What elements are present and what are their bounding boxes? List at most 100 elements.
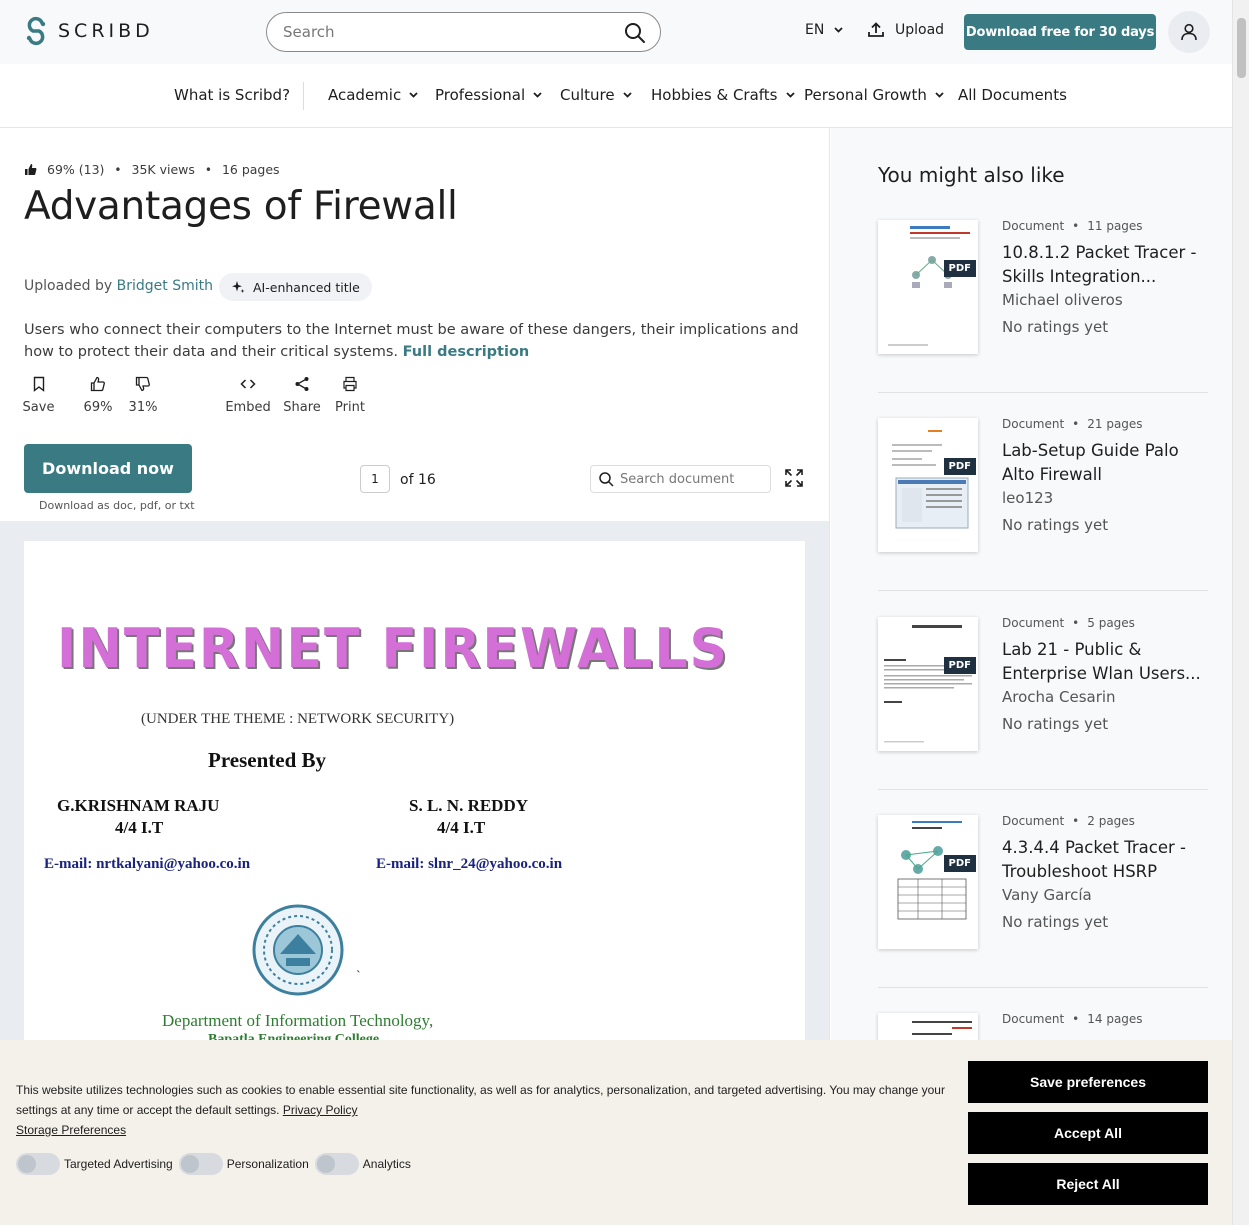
storage-preferences-link[interactable]: Storage Preferences: [16, 1123, 126, 1137]
chevron-down-icon: [533, 92, 542, 98]
search-icon: [599, 471, 614, 487]
upload-button[interactable]: Upload: [867, 22, 944, 38]
nav-label: Professional: [435, 86, 526, 104]
nav-divider: [303, 82, 304, 110]
doc-pages: 5 pages: [1087, 616, 1135, 630]
nav-label: Academic: [328, 86, 402, 104]
recommendation-card[interactable]: PDF Document • 21 pages Lab-Setup Guide Pa…: [878, 393, 1208, 591]
recommendation-title[interactable]: Lab-Setup Guide Palo Alto Firewall: [1002, 439, 1202, 487]
page-scrollbar[interactable]: [1232, 0, 1249, 1225]
personalization-toggle[interactable]: [178, 1153, 223, 1175]
pdf-author1-name: G.KRISHNAM RAJU: [57, 796, 220, 815]
ai-enhanced-badge[interactable]: AI-enhanced title: [219, 273, 372, 301]
embed-label: Embed: [225, 400, 271, 415]
scribd-logo[interactable]: SCRIBD: [24, 16, 154, 46]
uploader-link[interactable]: Bridget Smith: [117, 278, 213, 294]
save-button[interactable]: Save: [23, 376, 54, 415]
thumbnail-diagram: [884, 625, 972, 743]
scrollbar-thumb[interactable]: [1237, 18, 1246, 78]
save-preferences-button[interactable]: Save preferences: [968, 1061, 1208, 1103]
search-document-input[interactable]: Search document: [590, 465, 771, 493]
recommendation-rating: No ratings yet: [1002, 913, 1109, 931]
document-actions: Save 69% 31% Embed Share Print: [23, 376, 365, 415]
fullscreen-icon[interactable]: [785, 469, 803, 487]
recommendation-meta: Document • 14 pages: [1002, 1012, 1143, 1026]
meta-separator: •: [1072, 1012, 1080, 1026]
ai-enhanced-label: AI-enhanced title: [253, 279, 360, 295]
nav-label: All Documents: [958, 86, 1067, 104]
nav-professional[interactable]: Professional: [435, 86, 542, 104]
nav-label: What is Scribd?: [174, 86, 291, 104]
language-label: EN: [805, 22, 825, 38]
recommendation-title[interactable]: 10.8.1.2 Packet Tracer - Skills Integrat…: [1002, 241, 1202, 289]
recommendation-author[interactable]: Michael oliveros: [1002, 291, 1123, 309]
toggle-label: Personalization: [226, 1157, 309, 1171]
nav-label: Personal Growth: [804, 86, 927, 104]
meta-separator: •: [1072, 417, 1080, 431]
category-nav: What is Scribd? Academic Professional Cu…: [0, 64, 1232, 128]
like-percent: 69%: [83, 400, 113, 415]
download-now-button[interactable]: Download now: [24, 444, 192, 493]
pdf-badge: PDF: [943, 458, 976, 475]
doc-pages: 11 pages: [1087, 219, 1143, 233]
doc-type: Document: [1002, 219, 1065, 233]
doc-pages: 14 pages: [1087, 1012, 1143, 1026]
sparkle-icon: [232, 281, 245, 293]
account-button[interactable]: [1168, 11, 1210, 53]
analytics-toggle[interactable]: [314, 1153, 359, 1175]
consent-toggles: Targeted Advertising Personalization Ana…: [16, 1153, 417, 1175]
recommendation-author[interactable]: Arocha Cesarin: [1002, 688, 1116, 706]
toggle-label: Analytics: [362, 1157, 411, 1171]
scribd-logo-icon: [26, 16, 46, 46]
download-free-button[interactable]: Download free for 30 days: [964, 14, 1156, 50]
recommendation-card[interactable]: PDF Document • 2 pages 4.3.4.4 Packet Trac…: [878, 790, 1208, 988]
nav-culture[interactable]: Culture: [560, 86, 632, 104]
cookie-notice-text: This website utilizes technologies such …: [16, 1083, 945, 1117]
recommendation-card[interactable]: PDF Document • 11 pages 10.8.1.2 Packet Tr…: [878, 195, 1208, 393]
pdf-author2-class: 4/4 I.T: [437, 818, 486, 837]
nav-hobbies-crafts[interactable]: Hobbies & Crafts: [651, 86, 795, 104]
document-title: Advantages of Firewall: [24, 184, 458, 229]
nav-what-is-scribd[interactable]: What is Scribd?: [174, 86, 290, 104]
document-thumbnail: PDF: [878, 418, 978, 552]
thumbs-up-icon: [90, 376, 105, 392]
pdf-department: Department of Information Technology,: [162, 1011, 434, 1030]
recommendation-title[interactable]: Lab 21 - Public & Enterprise Wlan Users.…: [1002, 638, 1202, 686]
code-icon: [240, 379, 256, 389]
recommendation-title[interactable]: 4.3.4.4 Packet Tracer - Troubleshoot HSR…: [1002, 836, 1202, 884]
full-description-link[interactable]: Full description: [403, 344, 530, 360]
language-selector[interactable]: EN: [805, 22, 843, 38]
search-input[interactable]: [267, 13, 607, 51]
accept-all-button[interactable]: Accept All: [968, 1112, 1208, 1154]
chevron-down-icon: [834, 27, 843, 33]
chevron-down-icon: [935, 92, 944, 98]
nav-label: Culture: [560, 86, 615, 104]
reject-all-button[interactable]: Reject All: [968, 1163, 1208, 1205]
doc-type: Document: [1002, 814, 1065, 828]
nav-all-documents[interactable]: All Documents: [958, 86, 1067, 104]
pdf-author1-class: 4/4 I.T: [115, 818, 164, 837]
share-label: Share: [283, 400, 321, 415]
privacy-policy-link[interactable]: Privacy Policy: [283, 1103, 358, 1117]
doc-type: Document: [1002, 417, 1065, 431]
document-description: Users who connect their computers to the…: [24, 319, 814, 363]
recommendation-author[interactable]: leo123: [1002, 489, 1053, 507]
pdf-badge: PDF: [943, 855, 976, 872]
document-thumbnail: PDF: [878, 617, 978, 751]
page-number-input[interactable]: 1: [360, 465, 390, 493]
recommendation-card[interactable]: PDF Document • 5 pages Lab 21 - Public & E…: [878, 592, 1208, 790]
nav-personal-growth[interactable]: Personal Growth: [804, 86, 944, 104]
search-icon[interactable]: [624, 22, 646, 44]
recommendation-rating: No ratings yet: [1002, 516, 1109, 534]
pages-text: 16 pages: [221, 162, 280, 177]
uploader-line: Uploaded by Bridget Smith: [24, 278, 213, 294]
nav-academic[interactable]: Academic: [328, 86, 418, 104]
thumbs-up-filled-icon: [25, 164, 37, 175]
chevron-down-icon: [409, 92, 418, 98]
targeted-advertising-toggle[interactable]: [16, 1153, 60, 1175]
logo-text: SCRIBD: [58, 20, 154, 42]
recommendation-author[interactable]: Vany García: [1002, 886, 1092, 904]
bookmark-icon: [33, 376, 44, 392]
dislike-percent: 31%: [128, 400, 158, 415]
upload-icon: [868, 22, 884, 37]
